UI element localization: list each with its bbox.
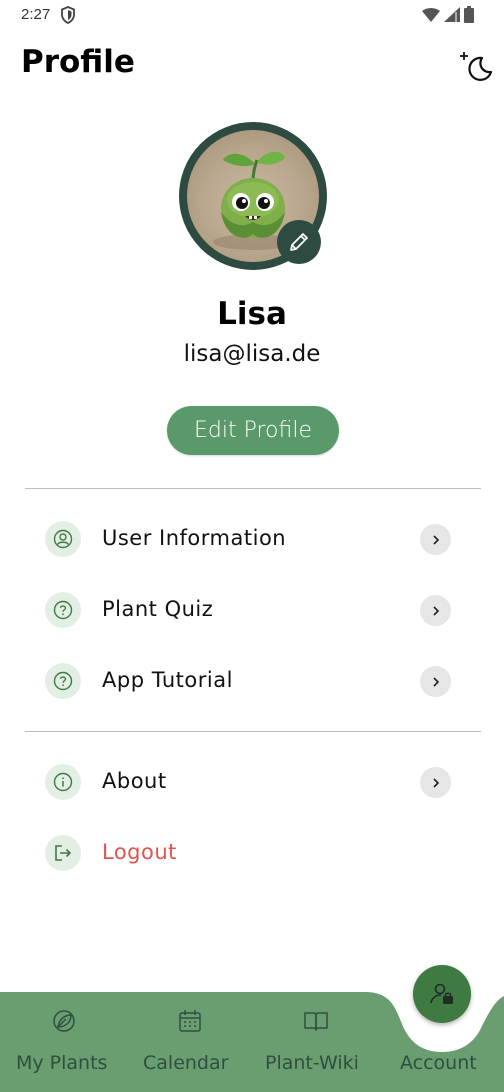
nav-item-plant-wiki[interactable]: Plant-Wiki	[252, 992, 378, 1092]
nav-item-my-plants[interactable]: My Plants	[0, 992, 126, 1092]
chevron-right-icon	[420, 767, 451, 798]
info-circle-icon	[53, 772, 73, 792]
menu-item-label: User Information	[102, 526, 287, 550]
nav-label: Plant-Wiki	[265, 1052, 359, 1074]
user-email: lisa@lisa.de	[183, 341, 321, 367]
chevron-right-icon	[420, 524, 451, 555]
moon-sparkle-icon[interactable]	[458, 50, 494, 82]
user-name: Lisa	[217, 296, 287, 332]
chevron-right-icon	[420, 666, 451, 697]
calendar-icon	[179, 1010, 201, 1032]
nav-label: Account	[400, 1052, 477, 1074]
question-circle-icon	[53, 600, 73, 620]
menu-item-label: Logout	[102, 840, 177, 864]
nav-item-calendar[interactable]: Calendar	[126, 992, 252, 1092]
menu-item-label: Plant Quiz	[102, 597, 214, 621]
status-time: 2:27	[21, 6, 51, 23]
account-fab-button[interactable]	[413, 965, 471, 1023]
menu-item-user-information[interactable]: User Information	[25, 511, 481, 567]
user-circle-icon	[53, 529, 73, 549]
account-icon	[430, 983, 453, 1004]
menu-icon-bg	[45, 592, 81, 628]
menu-item-about[interactable]: About	[25, 754, 481, 810]
menu-icon-bg	[45, 663, 81, 699]
menu-item-label: About	[102, 769, 167, 793]
edit-avatar-button[interactable]	[277, 220, 321, 264]
plant-leaf-icon	[53, 1010, 75, 1032]
status-bar: 2:27	[0, 0, 504, 30]
menu-icon-bg	[45, 521, 81, 557]
battery-icon	[464, 6, 474, 23]
page-title: Profile	[21, 44, 135, 80]
divider	[25, 488, 481, 489]
menu-item-logout[interactable]: Logout	[25, 825, 481, 881]
shield-icon	[61, 6, 75, 24]
divider	[25, 731, 481, 732]
menu-item-app-tutorial[interactable]: App Tutorial	[25, 653, 481, 709]
chevron-right-icon	[420, 595, 451, 626]
nav-label: Calendar	[143, 1052, 229, 1074]
menu-icon-bg	[45, 835, 81, 871]
menu-item-label: App Tutorial	[102, 668, 233, 692]
wifi-icon	[422, 7, 440, 22]
status-icons	[422, 6, 474, 23]
question-circle-icon	[53, 671, 73, 691]
menu-item-plant-quiz[interactable]: Plant Quiz	[25, 582, 481, 638]
menu-icon-bg	[45, 764, 81, 800]
book-icon	[304, 1012, 328, 1031]
edit-profile-button[interactable]: Edit Profile	[167, 406, 339, 455]
logout-icon	[55, 845, 72, 861]
signal-icon	[444, 7, 460, 22]
pencil-icon	[290, 233, 308, 251]
nav-label: My Plants	[16, 1052, 108, 1074]
avatar-container	[179, 122, 327, 270]
